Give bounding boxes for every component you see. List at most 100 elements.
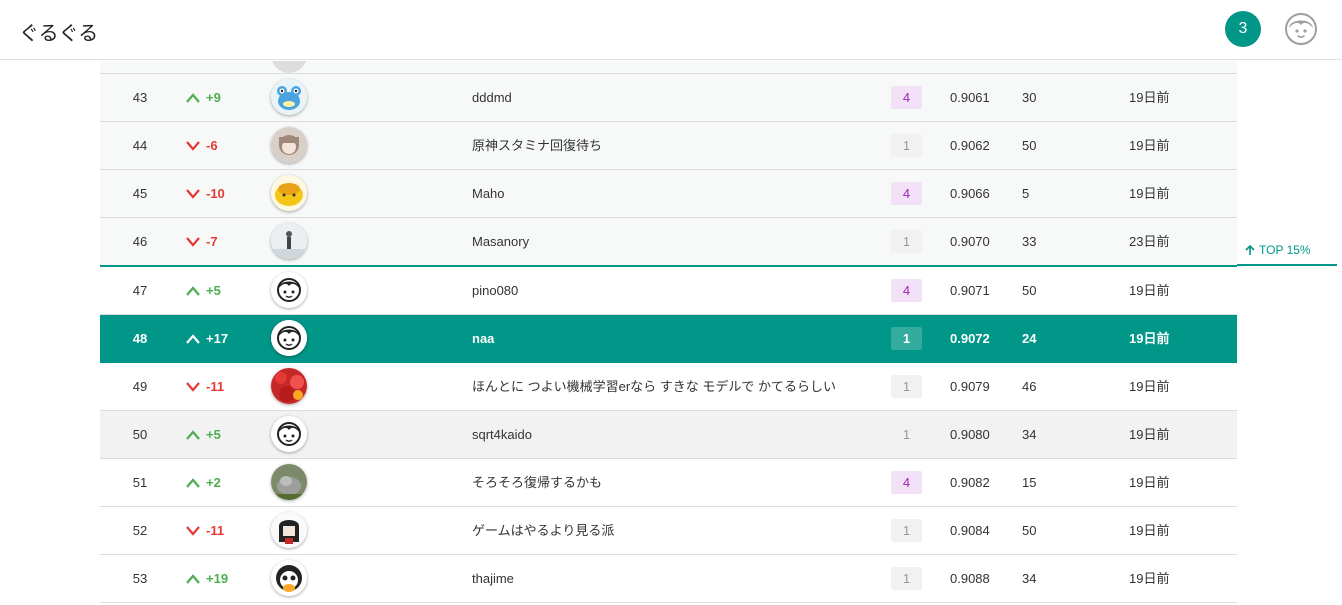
avatar[interactable] <box>271 464 307 500</box>
score: 0.9084 <box>950 523 990 538</box>
rank-change-value: +9 <box>206 90 221 105</box>
rank-change-value: +5 <box>206 283 221 298</box>
user-name[interactable]: sqrt4kaido <box>472 411 532 458</box>
arrow-up-icon <box>186 573 200 584</box>
arrow-down-icon <box>186 381 200 392</box>
submission-badge: 1 <box>891 327 922 350</box>
entries: 5 <box>1022 186 1030 201</box>
arrow-down-icon <box>186 525 200 536</box>
user-name[interactable]: dddmd <box>472 74 512 121</box>
user-name[interactable]: そろそろ復帰するかも <box>472 459 602 506</box>
rank-change: -6 <box>186 122 256 169</box>
table-row[interactable]: 50 +5 sqrt4kaido 1 0.9080 34 19日前 <box>100 411 1237 459</box>
user-name[interactable]: naa <box>472 315 494 362</box>
entries: 24 <box>1022 331 1037 346</box>
avatar[interactable] <box>271 272 307 308</box>
rank: 49 <box>132 379 148 394</box>
user-name[interactable]: thajime <box>472 555 514 602</box>
rank-change: -11 <box>186 363 256 410</box>
table-row[interactable]: 45 -10 Maho 4 0.9066 5 19日前 <box>100 170 1237 218</box>
table-row[interactable]: 47 +5 pino080 4 0.9071 50 19日前 <box>100 267 1237 315</box>
avatar[interactable] <box>271 127 307 163</box>
submission-badge: 4 <box>891 471 922 494</box>
app-title[interactable]: ぐるぐる <box>19 17 98 46</box>
rank: 53 <box>132 571 148 586</box>
arrow-up-icon <box>1245 244 1255 255</box>
rank: 44 <box>132 138 148 153</box>
rank-change: -7 <box>186 218 256 265</box>
user-avatar-icon[interactable] <box>1285 13 1317 45</box>
rank-change-value: -10 <box>206 186 225 201</box>
rank: 47 <box>132 283 148 298</box>
rank: 46 <box>132 234 148 249</box>
entries: 46 <box>1022 379 1037 394</box>
rank-change: +2 <box>186 459 256 506</box>
avatar[interactable] <box>271 368 307 404</box>
submission-badge: 4 <box>891 279 922 302</box>
rank-change: -11 <box>186 507 256 554</box>
user-name[interactable]: pino080 <box>472 267 518 314</box>
arrow-up-icon <box>186 92 200 103</box>
arrow-up-icon <box>186 285 200 296</box>
last-submission: 19日前 <box>1129 379 1170 394</box>
avatar[interactable] <box>271 79 307 115</box>
rank-change: +19 <box>186 555 256 602</box>
score: 0.9082 <box>950 475 990 490</box>
rank-change: +5 <box>186 267 256 314</box>
score: 0.9079 <box>950 379 990 394</box>
last-submission: 19日前 <box>1129 138 1170 153</box>
score: 0.9072 <box>950 331 990 346</box>
last-submission: 19日前 <box>1129 90 1170 105</box>
score: 0.9061 <box>950 90 990 105</box>
user-name[interactable]: 原神スタミナ回復待ち <box>472 122 602 169</box>
rank: 45 <box>132 186 148 201</box>
table-row-partial <box>100 61 1237 74</box>
submission-badge: 1 <box>891 134 922 157</box>
arrow-up-icon <box>186 333 200 344</box>
rank: 48 <box>132 331 148 346</box>
arrow-up-icon <box>186 429 200 440</box>
rank-change-value: -11 <box>206 523 225 538</box>
table-row-current-user[interactable]: 48 +17 naa 1 0.9072 24 19日前 <box>100 315 1237 363</box>
table-row[interactable]: 51 +2 そろそろ復帰するかも 4 0.9082 15 19日前 <box>100 459 1237 507</box>
table-row[interactable]: 53 +19 thajime 1 0.9088 34 19日前 <box>100 555 1237 603</box>
user-name[interactable]: ほんとに つよい機械学習erなら すきな モデルで かてるらしい <box>472 363 836 410</box>
top-percent-label: TOP 15% <box>1259 243 1311 257</box>
avatar[interactable] <box>271 512 307 548</box>
entries: 30 <box>1022 90 1037 105</box>
rank: 52 <box>132 523 148 538</box>
table-row[interactable]: 46 -7 Masanory 1 0.9070 33 23日前 <box>100 218 1237 267</box>
avatar[interactable] <box>271 175 307 211</box>
table-row[interactable]: 44 -6 原神スタミナ回復待ち 1 0.9062 50 19日前 <box>100 122 1237 170</box>
rank-change-value: +2 <box>206 475 221 490</box>
last-submission: 19日前 <box>1129 186 1170 201</box>
avatar[interactable] <box>271 223 307 259</box>
arrow-down-icon <box>186 140 200 151</box>
app-bar: ぐるぐる 3 <box>0 0 1342 60</box>
avatar[interactable] <box>271 560 307 596</box>
table-row[interactable]: 49 -11 ほんとに つよい機械学習erなら すきな モデルで かてるらしい 1 0.… <box>100 363 1237 411</box>
user-name[interactable]: Masanory <box>472 218 529 265</box>
avatar[interactable] <box>271 320 307 356</box>
last-submission: 19日前 <box>1129 283 1170 298</box>
score: 0.9080 <box>950 427 990 442</box>
arrow-down-icon <box>186 188 200 199</box>
avatar[interactable] <box>271 416 307 452</box>
table-row[interactable]: 43 +9 dddmd 4 0.9061 30 19日前 <box>100 74 1237 122</box>
submission-badge: 1 <box>891 230 922 253</box>
notification-badge[interactable]: 3 <box>1225 11 1261 47</box>
last-submission: 19日前 <box>1129 523 1170 538</box>
last-submission: 23日前 <box>1129 234 1170 249</box>
user-name[interactable]: ゲームはやるより見る派 <box>472 507 614 554</box>
submission-badge: 4 <box>891 86 922 109</box>
entries: 15 <box>1022 475 1037 490</box>
arrow-down-icon <box>186 236 200 247</box>
last-submission: 19日前 <box>1129 331 1170 346</box>
score: 0.9066 <box>950 186 990 201</box>
rank: 50 <box>132 427 148 442</box>
submission-badge: 1 <box>891 519 922 542</box>
user-name[interactable]: Maho <box>472 170 505 217</box>
entries: 34 <box>1022 427 1037 442</box>
table-row[interactable]: 52 -11 ゲームはやるより見る派 1 0.9084 50 19日前 <box>100 507 1237 555</box>
rank-change-value: +19 <box>206 571 229 586</box>
